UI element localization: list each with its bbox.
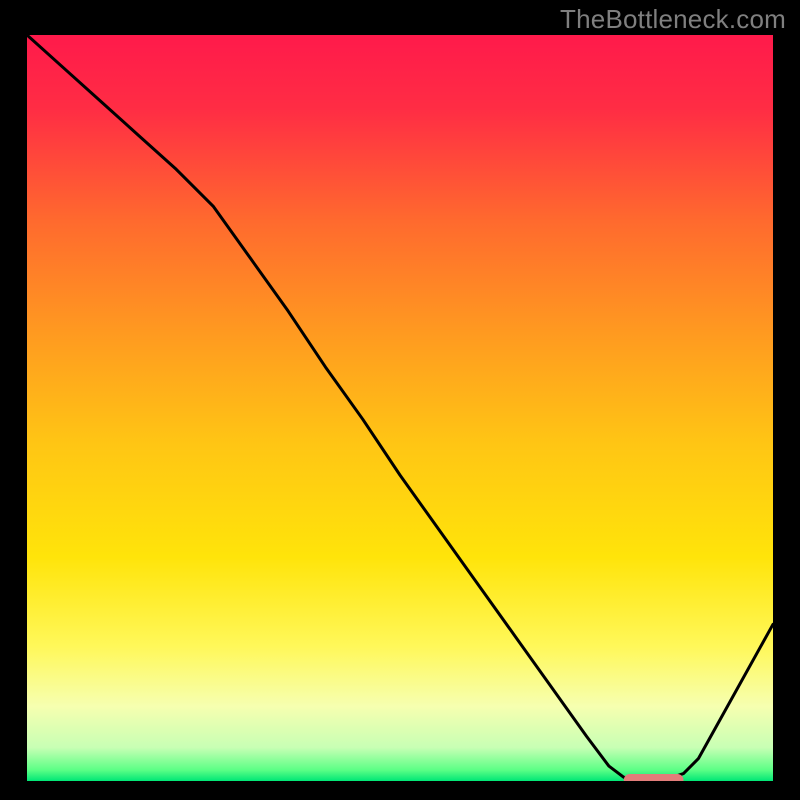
bottleneck-chart	[0, 0, 800, 800]
gradient-background	[27, 35, 773, 781]
watermark-text: TheBottleneck.com	[560, 4, 786, 35]
chart-frame: TheBottleneck.com	[0, 0, 800, 800]
optimal-range-marker	[624, 774, 684, 787]
